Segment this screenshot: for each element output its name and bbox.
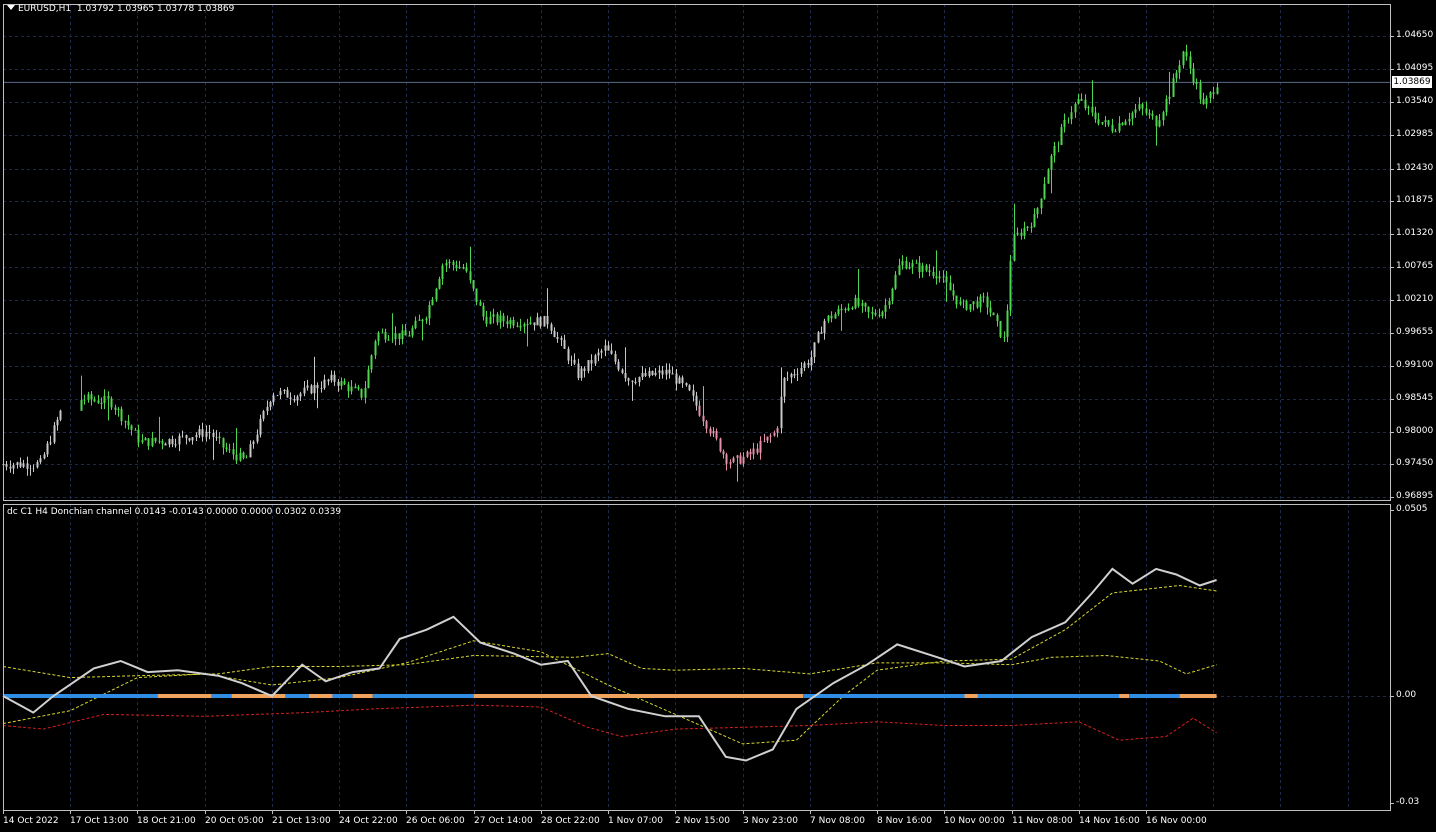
time-axis-label: 11 Nov 08:00 xyxy=(1012,816,1073,826)
price-pane-frame xyxy=(3,4,1391,501)
price-axis-label: 0.99655 xyxy=(1396,327,1434,337)
time-axis-label: 10 Nov 00:00 xyxy=(944,816,1005,826)
price-axis-label: 0.99100 xyxy=(1396,360,1434,370)
time-axis-label: 27 Oct 14:00 xyxy=(474,816,533,826)
time-axis-label: 3 Nov 23:00 xyxy=(743,816,798,826)
time-axis-label: 2 Nov 15:00 xyxy=(675,816,730,826)
time-axis-label: 8 Nov 16:00 xyxy=(877,816,932,826)
price-axis-label: 0.98000 xyxy=(1396,426,1434,436)
price-axis-label: 0.98545 xyxy=(1396,393,1434,403)
ohlc-values: 1.03792 1.03965 1.03778 1.03869 xyxy=(76,4,235,14)
indicator-pane-frame xyxy=(3,504,1391,811)
time-axis-label: 18 Oct 21:00 xyxy=(137,816,196,826)
time-axis-label: 16 Nov 00:00 xyxy=(1146,816,1207,826)
price-axis-label: 1.03540 xyxy=(1396,96,1434,106)
price-axis-label: 0.97450 xyxy=(1396,458,1434,468)
signal-line xyxy=(2,584,1217,745)
time-axis-label: 20 Oct 05:00 xyxy=(205,816,264,826)
lower-band-line xyxy=(2,704,1217,741)
dropdown-triangle-icon[interactable] xyxy=(7,5,15,10)
price-axis-label: 0.96895 xyxy=(1396,491,1434,501)
chart-canvas[interactable] xyxy=(0,0,1436,832)
time-axis-label: 21 Oct 13:00 xyxy=(272,816,331,826)
time-axis-label: 24 Oct 22:00 xyxy=(339,816,398,826)
chart-title[interactable]: EURUSD,H1 1.03792 1.03965 1.03778 1.0386… xyxy=(7,4,234,15)
price-axis-label: 1.02430 xyxy=(1396,163,1434,173)
price-axis-label: 1.04095 xyxy=(1396,63,1434,73)
main-indicator-line xyxy=(2,567,1217,762)
indicator-axis-label: 0.0505 xyxy=(1396,504,1428,514)
price-axis-label: 1.01875 xyxy=(1396,195,1434,205)
time-axis-label: 1 Nov 07:00 xyxy=(608,816,663,826)
indicator-axis-label: -0.03 xyxy=(1396,797,1420,807)
time-axis-label: 14 Oct 2022 xyxy=(3,816,59,826)
time-axis-label: 14 Nov 16:00 xyxy=(1079,816,1140,826)
indicator-title[interactable]: dc C1 H4 Donchian channel 0.0143 -0.0143… xyxy=(7,507,341,518)
time-axis-label: 26 Oct 06:00 xyxy=(406,816,465,826)
price-axis-label: 1.00210 xyxy=(1396,294,1434,304)
price-axis-label: 1.02985 xyxy=(1396,129,1434,139)
indicator-lines xyxy=(2,567,1217,762)
symbol-label: EURUSD,H1 xyxy=(18,4,72,14)
indicator-axis-label: 0.00 xyxy=(1396,690,1417,700)
time-axis-label: 17 Oct 13:00 xyxy=(70,816,129,826)
price-axis-label: 1.00765 xyxy=(1396,261,1434,271)
price-candles xyxy=(2,44,1219,483)
time-axis-label: 28 Oct 22:00 xyxy=(541,816,600,826)
price-axis-label: 1.04650 xyxy=(1396,30,1434,40)
price-axis-label: 1.01320 xyxy=(1396,228,1434,238)
upper-band-line xyxy=(2,653,1217,679)
current-price-tag: 1.03869 xyxy=(1392,76,1432,88)
time-axis-label: 7 Nov 08:00 xyxy=(810,816,865,826)
